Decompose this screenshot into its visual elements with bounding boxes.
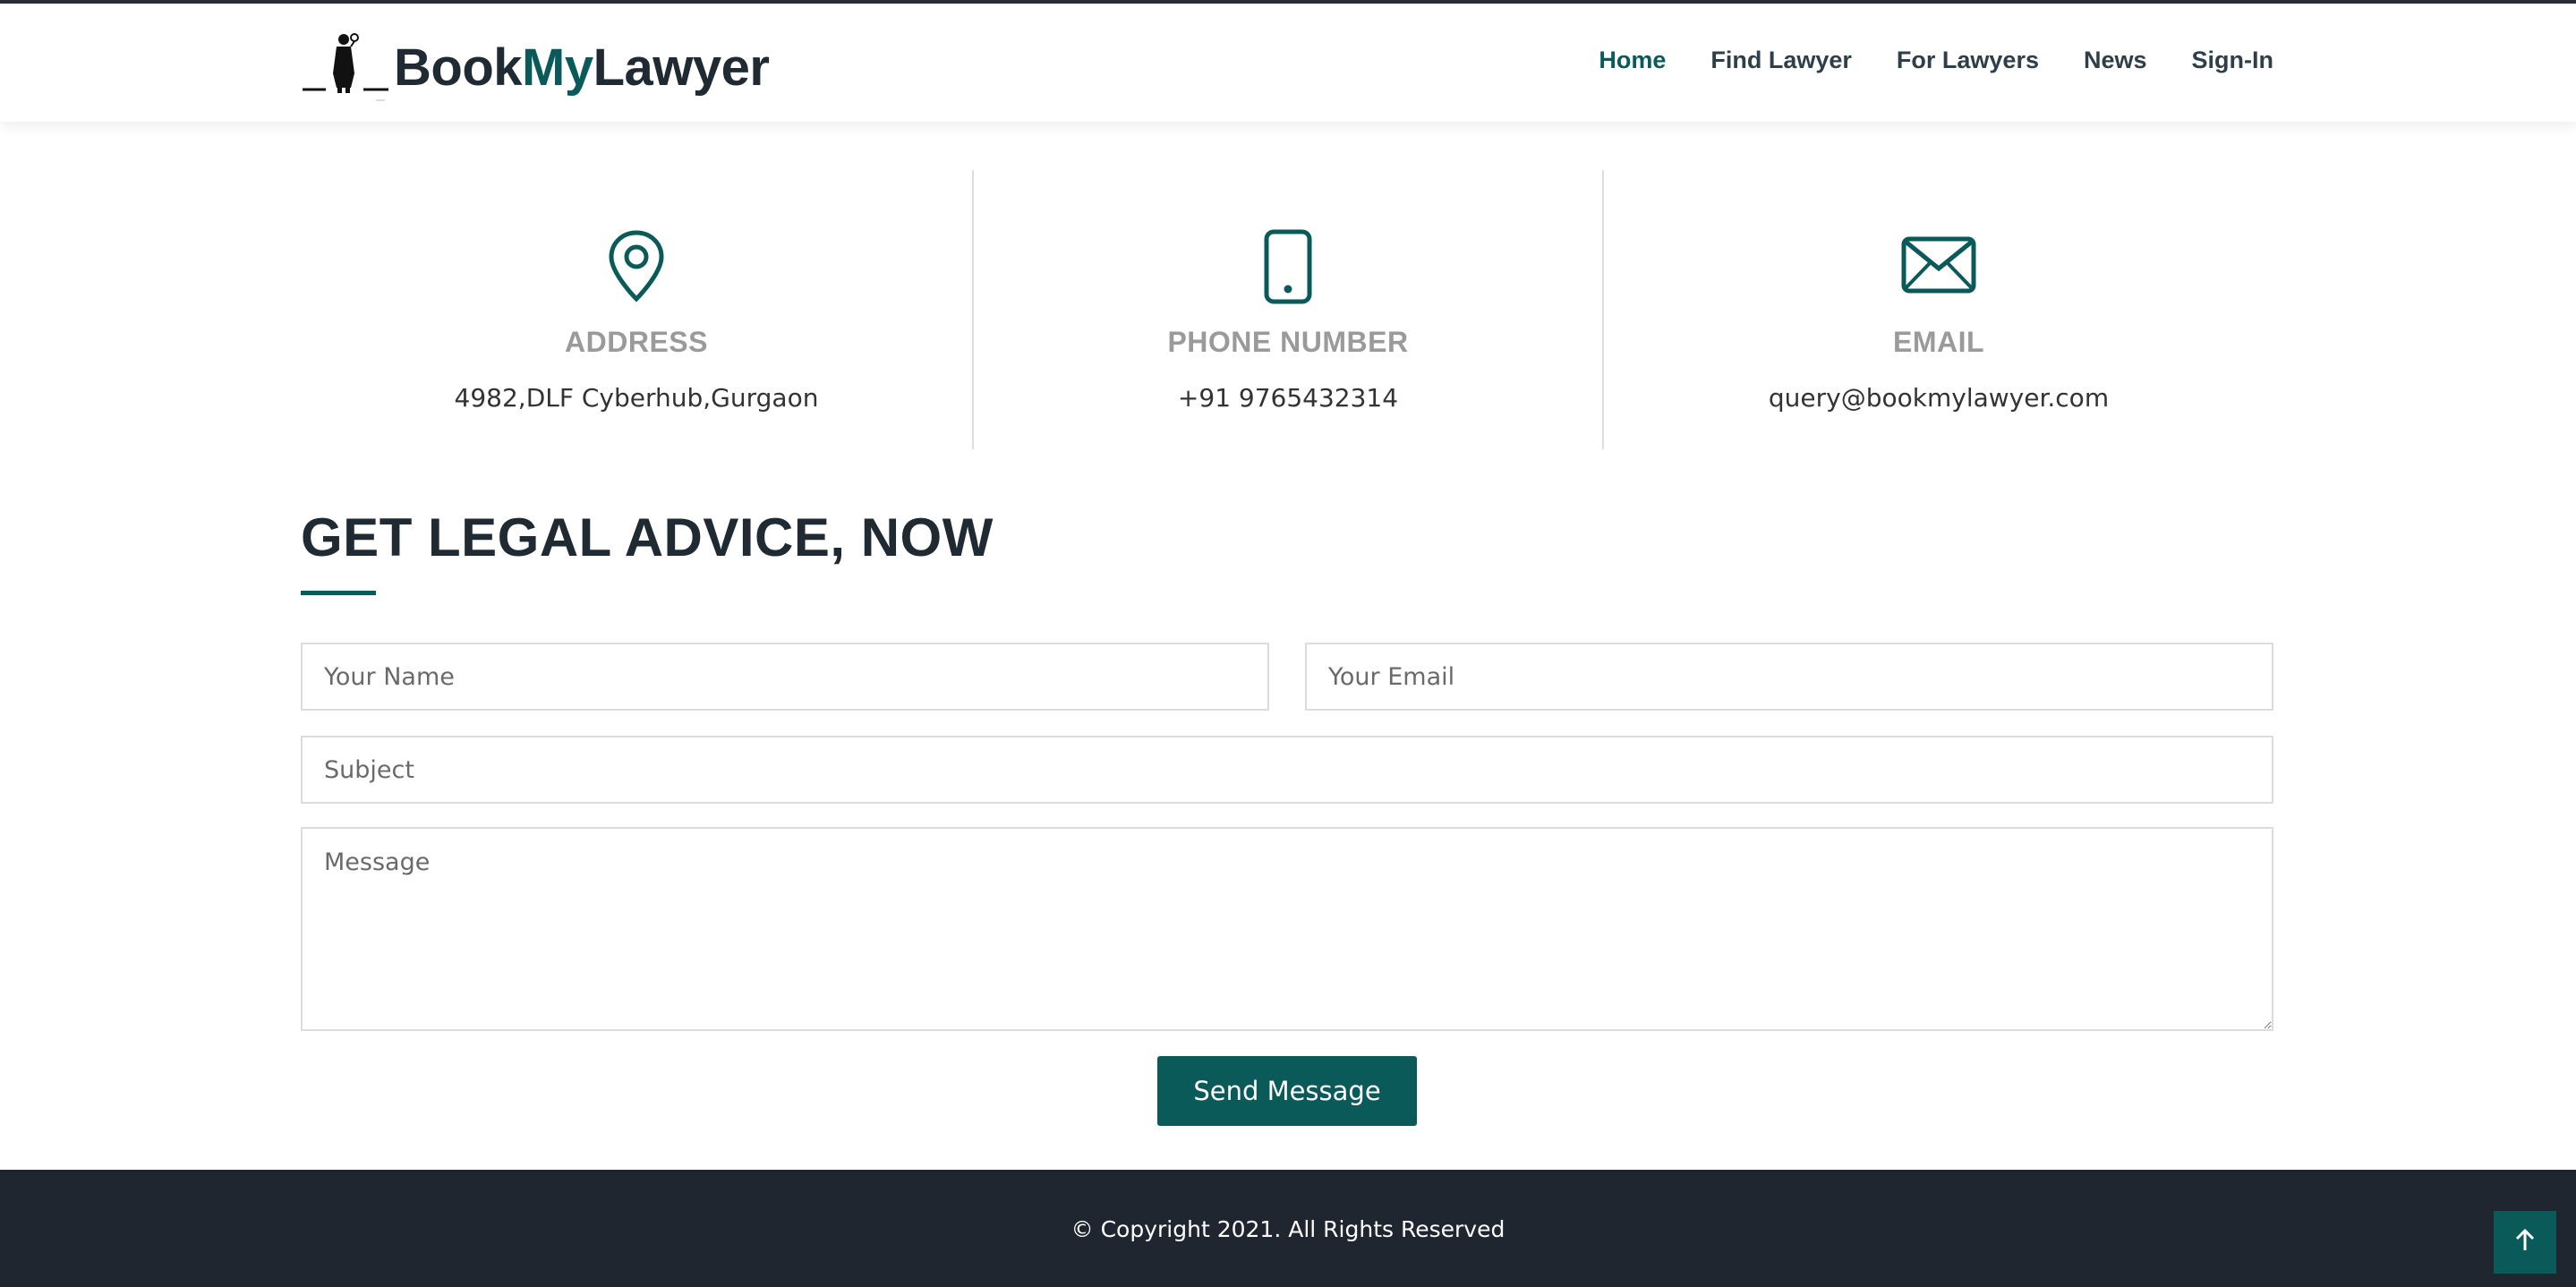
nav-find-lawyer[interactable]: Find Lawyer (1710, 47, 1852, 74)
nav-news[interactable]: News (2084, 47, 2147, 74)
page-title: GET LEGAL ADVICE, NOW (301, 507, 994, 567)
contact-info: ADDRESS 4982,DLF Cyberhub,Gurgaon PHONE … (301, 170, 2273, 449)
send-message-button[interactable]: Send Message (1157, 1056, 1417, 1126)
address-title: ADDRESS (565, 326, 708, 358)
address-block: ADDRESS 4982,DLF Cyberhub,Gurgaon (301, 170, 972, 449)
name-input[interactable] (301, 643, 1269, 711)
phone-title: PHONE NUMBER (1167, 326, 1409, 358)
map-pin-icon (607, 229, 666, 307)
main-nav: Home Find Lawyer For Lawyers News Sign-I… (1599, 47, 2273, 74)
address-value: 4982,DLF Cyberhub,Gurgaon (454, 383, 819, 413)
copyright-text: © Copyright 2021. All Rights Reserved (1070, 1216, 1506, 1242)
nav-sign-in[interactable]: Sign-In (2192, 47, 2273, 74)
email-block: EMAIL query@bookmylawyer.com (1604, 170, 2273, 449)
envelope-icon (1901, 236, 1976, 298)
email-title: EMAIL (1892, 326, 1985, 358)
back-to-top-button[interactable] (2494, 1211, 2556, 1274)
phone-value: +91 9765432314 (1177, 383, 1399, 413)
brand-name: BookMyLawyer (394, 38, 770, 97)
phone-block: PHONE NUMBER +91 9765432314 (972, 170, 1604, 449)
brand-logo[interactable]: BookMyLawyer (301, 27, 770, 107)
site-footer: © Copyright 2021. All Rights Reserved (0, 1170, 2576, 1287)
message-textarea[interactable] (301, 827, 2273, 1031)
email-input[interactable] (1305, 643, 2273, 711)
arrow-up-icon (2512, 1228, 2538, 1257)
nav-home[interactable]: Home (1599, 47, 1666, 74)
lawyer-logo-icon (301, 27, 390, 107)
email-value: query@bookmylawyer.com (1768, 383, 2110, 413)
title-underline (301, 591, 376, 595)
smartphone-icon (1263, 229, 1313, 309)
site-header: BookMyLawyer Home Find Lawyer For Lawyer… (0, 4, 2576, 122)
nav-for-lawyers[interactable]: For Lawyers (1897, 47, 2039, 74)
subject-input[interactable] (301, 736, 2273, 804)
